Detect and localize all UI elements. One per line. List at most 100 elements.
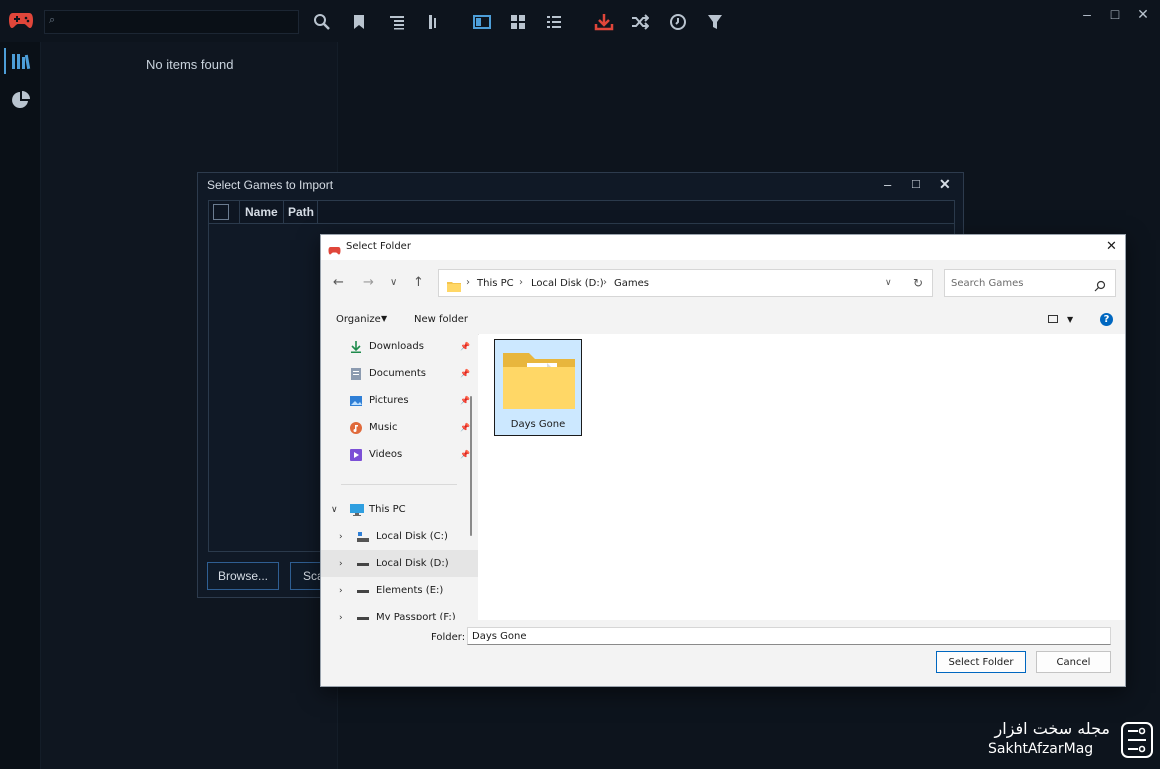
- nav-item-elements-e[interactable]: › Elements (E:): [321, 577, 478, 604]
- recent-chevron-icon[interactable]: ∨: [390, 277, 397, 288]
- group-list-icon[interactable]: [385, 10, 409, 34]
- main-toolbar: ⌕ – □ ✕: [0, 0, 1160, 42]
- grid-view-icon[interactable]: [506, 10, 530, 34]
- nav-label: Local Disk (D:): [376, 558, 449, 569]
- pin-icon[interactable]: 📌: [460, 423, 470, 432]
- folder-field-label: Folder:: [431, 632, 466, 643]
- search-games-input[interactable]: Search Games: [944, 269, 1116, 297]
- close-icon[interactable]: ✕: [939, 176, 955, 192]
- import-table-header: Name Path: [208, 200, 955, 224]
- breadcrumb-games[interactable]: Games: [614, 278, 649, 289]
- minimize-icon[interactable]: –: [1077, 4, 1097, 24]
- nav-item-local-disk-c[interactable]: › Local Disk (C:): [321, 523, 478, 550]
- maximize-icon[interactable]: □: [1105, 4, 1125, 24]
- cancel-button[interactable]: Cancel: [1036, 651, 1111, 673]
- shuffle-icon[interactable]: [628, 10, 652, 34]
- pin-icon[interactable]: 📌: [460, 450, 470, 459]
- search-small-icon: ⌕: [49, 14, 56, 26]
- view-options-icon[interactable]: [1048, 315, 1058, 323]
- list-view-icon[interactable]: [542, 10, 566, 34]
- nav-label: Local Disk (C:): [376, 531, 448, 542]
- chevron-right-icon[interactable]: ›: [339, 586, 349, 596]
- clock-icon[interactable]: [666, 10, 690, 34]
- nav-item-music[interactable]: Music 📌: [321, 414, 478, 441]
- address-dropdown-icon[interactable]: ∨: [885, 278, 892, 288]
- chevron-right-icon[interactable]: ›: [339, 532, 349, 542]
- nav-label: Music: [369, 422, 398, 433]
- gamepad-logo-icon[interactable]: [8, 10, 34, 30]
- view-dropdown-icon[interactable]: ▼: [1067, 315, 1073, 324]
- nav-item-local-disk-d[interactable]: › Local Disk (D:): [321, 550, 478, 577]
- filter-icon[interactable]: [703, 10, 727, 34]
- download-arrow-icon: [350, 340, 362, 353]
- nav-label: Elements (E:): [376, 585, 444, 596]
- nav-item-this-pc[interactable]: ∨ This PC: [321, 496, 478, 523]
- select-all-checkbox[interactable]: [213, 204, 229, 220]
- documents-icon: [350, 367, 362, 380]
- drive-icon: [357, 558, 369, 570]
- breadcrumb-this-pc[interactable]: This PC: [477, 278, 514, 289]
- empty-state-text: No items found: [146, 57, 234, 72]
- column-name[interactable]: Name: [245, 205, 278, 219]
- nav-item-downloads[interactable]: Downloads 📌: [321, 334, 478, 360]
- forward-arrow-icon[interactable]: →: [363, 275, 374, 290]
- windows-drive-icon: [357, 531, 369, 543]
- nav-item-my-passport-f[interactable]: › My Passport (F:): [321, 604, 478, 620]
- sidebar-active-indicator: [4, 48, 6, 74]
- minimize-icon[interactable]: –: [884, 177, 900, 193]
- refresh-icon[interactable]: ↻: [913, 276, 923, 290]
- chevron-down-icon[interactable]: ∨: [331, 505, 341, 515]
- nav-label: My Passport (F:): [376, 612, 456, 620]
- nav-scrollbar[interactable]: [470, 396, 472, 536]
- music-icon: [350, 421, 362, 434]
- library-icon[interactable]: [11, 52, 31, 70]
- nav-item-documents[interactable]: Documents 📌: [321, 360, 478, 387]
- search-icon[interactable]: [310, 10, 334, 34]
- chevron-right-icon[interactable]: ›: [339, 613, 349, 621]
- drive-icon: [357, 585, 369, 597]
- organize-button[interactable]: Organize: [336, 314, 381, 325]
- folder-name-field[interactable]: Days Gone: [467, 627, 1111, 645]
- column-path[interactable]: Path: [288, 205, 314, 219]
- maximize-icon[interactable]: □: [912, 176, 928, 192]
- folder-content-pane: Days Gone: [479, 334, 1125, 620]
- folder-item-label: Days Gone: [510, 419, 566, 430]
- help-icon[interactable]: ?: [1100, 313, 1113, 326]
- close-icon[interactable]: ✕: [1133, 4, 1153, 24]
- folder-name-value: Days Gone: [472, 631, 527, 642]
- sort-icon[interactable]: [420, 10, 444, 34]
- up-arrow-icon[interactable]: ↑: [413, 275, 424, 290]
- pin-icon[interactable]: 📌: [460, 342, 470, 351]
- command-bar: Organize ▼ New folder ▼ ?: [321, 306, 1125, 335]
- details-view-icon[interactable]: [470, 10, 494, 34]
- folder-item-days-gone[interactable]: Days Gone: [494, 339, 582, 436]
- folder-dialog-title: Select Folder: [346, 241, 411, 252]
- nav-item-videos[interactable]: Videos 📌: [321, 441, 478, 468]
- circuit-logo-icon: [1120, 721, 1154, 759]
- nav-label: Documents: [369, 368, 427, 379]
- search-input[interactable]: ⌕: [44, 10, 299, 34]
- chevron-right-icon[interactable]: ›: [339, 559, 349, 569]
- pin-icon[interactable]: 📌: [460, 396, 470, 405]
- nav-label: Pictures: [369, 395, 409, 406]
- computer-icon: [350, 503, 364, 516]
- address-bar[interactable]: › This PC › Local Disk (D:) › Games ∨ ↻: [438, 269, 933, 297]
- breadcrumb-separator: ›: [519, 277, 523, 288]
- pin-icon[interactable]: 📌: [460, 369, 470, 378]
- breadcrumb-local-disk-d[interactable]: Local Disk (D:): [531, 278, 604, 289]
- download-icon[interactable]: [592, 10, 616, 34]
- organize-dropdown-icon[interactable]: ▼: [381, 314, 387, 323]
- select-folder-button[interactable]: Select Folder: [936, 651, 1026, 673]
- back-arrow-icon[interactable]: ←: [333, 275, 344, 290]
- nav-label: Downloads: [369, 341, 424, 352]
- new-folder-button[interactable]: New folder: [414, 314, 468, 325]
- browse-button[interactable]: Browse...: [207, 562, 279, 590]
- pictures-icon: [350, 395, 362, 407]
- statistics-pie-icon[interactable]: [11, 90, 31, 110]
- nav-item-pictures[interactable]: Pictures 📌: [321, 387, 478, 414]
- close-icon[interactable]: ✕: [1106, 239, 1117, 254]
- search-icon[interactable]: [1094, 277, 1106, 292]
- folder-icon: [503, 349, 575, 409]
- bookmark-icon[interactable]: [347, 10, 371, 34]
- watermark-latin: SakhtAfzarMag: [988, 741, 1094, 757]
